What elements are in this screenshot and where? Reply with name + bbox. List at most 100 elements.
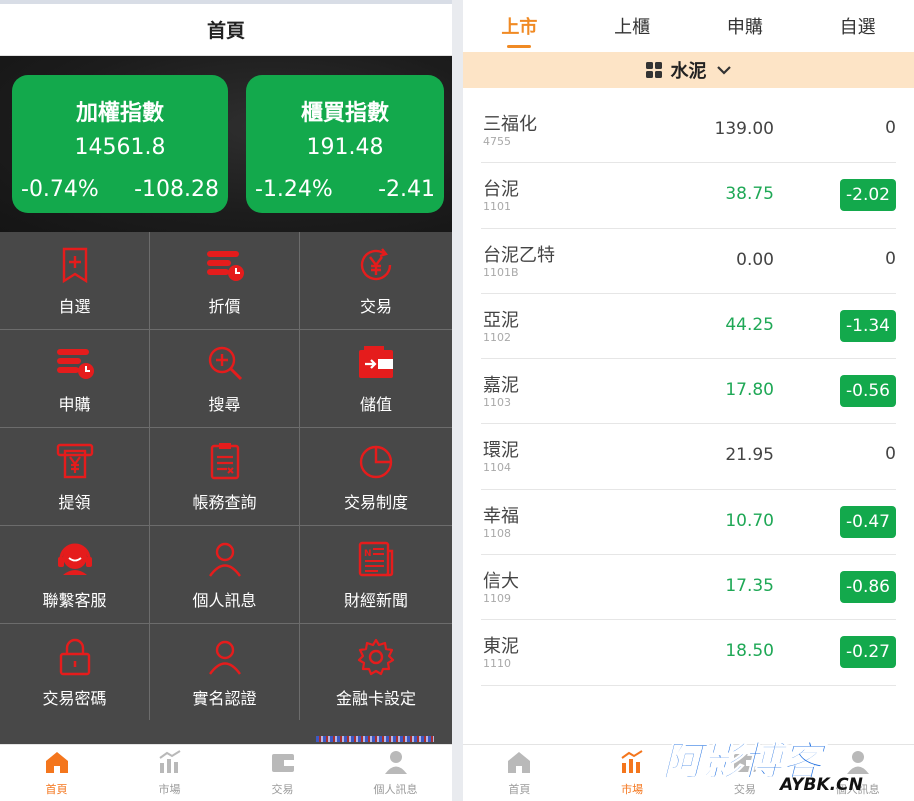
wallet-icon <box>270 749 296 781</box>
stock-change: -2.02 <box>840 179 896 212</box>
yen-refresh-icon <box>356 245 396 293</box>
menu-item-label: 聯繫客服 <box>42 590 107 610</box>
menu-item-0[interactable]: 自選 <box>0 232 150 330</box>
watermark-logo: 阿影博客 AYBK.CN <box>662 739 863 794</box>
index-change: -108.28 <box>134 177 219 202</box>
svg-text:AYBK.CN: AYBK.CN <box>778 775 863 793</box>
stock-code: 1103 <box>483 396 511 410</box>
stock-price: 44.25 <box>725 314 774 335</box>
menu-item-7[interactable]: 帳務查詢 <box>150 428 300 526</box>
wallet-icon <box>356 343 396 391</box>
tab-label: 個人訊息 <box>373 783 418 796</box>
menu-item-5[interactable]: 儲值 <box>300 330 452 428</box>
menu-item-4[interactable]: 搜尋 <box>150 330 300 428</box>
gear-icon <box>356 637 396 685</box>
stock-row[interactable]: 幸福 1108 10.70 -0.47 <box>481 490 896 556</box>
index-value: 14561.8 <box>74 135 166 160</box>
menu-item-1[interactable]: 折價 <box>150 232 300 330</box>
menu-item-label: 交易 <box>359 296 392 316</box>
index-card-taiex[interactable]: 加權指數 14561.8 -0.74% -108.28 <box>12 75 228 213</box>
stock-price: 139.00 <box>714 119 774 139</box>
menu-item-10[interactable]: 個人訊息 <box>150 526 300 624</box>
menu-item-label: 申購 <box>58 394 91 414</box>
stock-name: 亞泥 <box>483 309 519 331</box>
stock-change: -0.27 <box>840 636 896 669</box>
tab-user[interactable]: 個人訊息 <box>339 745 452 801</box>
stock-code: 1104 <box>483 461 511 475</box>
stock-change: -0.56 <box>840 375 896 408</box>
chevron-down-icon <box>716 66 731 75</box>
index-banner: 加權指數 14561.8 -0.74% -108.28 櫃買指數 191.48 … <box>0 56 452 232</box>
market-tab-3[interactable]: 自選 <box>801 0 914 52</box>
stock-list: 三福化 4755 139.00 0 台泥 1101 38.75 -2.02 台泥乙特 1101B 0… <box>481 98 896 686</box>
menu-item-12[interactable]: 交易密碼 <box>0 624 150 722</box>
index-card-otc[interactable]: 櫃買指數 191.48 -1.24% -2.41 <box>246 75 444 213</box>
stock-name: 東泥 <box>483 636 519 658</box>
stock-name: 環泥 <box>483 440 519 462</box>
stock-change: -1.34 <box>840 309 896 342</box>
index-value: 191.48 <box>306 135 384 160</box>
market-tabs: 上市 上櫃 申購 自選 <box>463 0 914 52</box>
market-tab-0[interactable]: 上市 <box>463 0 576 52</box>
stock-row[interactable]: 環泥 1104 21.95 0 <box>481 424 896 490</box>
stock-name: 三福化 <box>483 114 537 135</box>
user-icon <box>205 539 245 587</box>
tab-label: 交易 <box>271 783 294 796</box>
stock-row[interactable]: 東泥 1110 18.50 -0.27 <box>481 620 896 686</box>
tab-label: 市場 <box>158 783 181 796</box>
market-tab-2[interactable]: 申購 <box>689 0 802 52</box>
user-icon <box>205 637 245 685</box>
stock-row[interactable]: 嘉泥 1103 17.80 -0.56 <box>481 359 896 425</box>
chart-icon <box>619 749 645 781</box>
ledger-icon <box>205 441 245 489</box>
tab-wallet[interactable]: 交易 <box>226 745 339 801</box>
stock-row[interactable]: 亞泥 1102 44.25 -1.34 <box>481 294 896 360</box>
menu-item-9[interactable]: 聯繫客服 <box>0 526 150 624</box>
menu-item-3[interactable]: 申購 <box>0 330 150 428</box>
menu-item-2[interactable]: 交易 <box>300 232 452 330</box>
stock-code: 1110 <box>483 657 511 671</box>
stock-change: 0 <box>885 248 896 269</box>
grid-icon <box>645 62 662 78</box>
user-icon <box>383 749 409 781</box>
stock-change: -0.47 <box>840 505 896 538</box>
category-selector[interactable]: 水泥 <box>463 52 914 88</box>
home-screen: 首頁 加權指數 14561.8 -0.74% -108.28 櫃買指數 191.… <box>0 0 452 801</box>
menu-footer-strip <box>0 720 452 744</box>
newspaper-icon: N <box>356 539 396 587</box>
stock-code: 1101B <box>483 265 519 279</box>
tab-chart[interactable]: 市場 <box>113 745 226 801</box>
tab-label: 首頁 <box>508 783 531 796</box>
tab-home[interactable]: 首頁 <box>463 745 576 801</box>
menu-item-label: 個人訊息 <box>192 590 257 610</box>
stack-clock-icon <box>205 245 245 293</box>
stock-change: 0 <box>885 444 896 465</box>
stock-price: 21.95 <box>725 445 774 466</box>
page-title: 首頁 <box>0 0 452 56</box>
stock-row[interactable]: 三福化 4755 139.00 0 <box>481 98 896 164</box>
tab-home[interactable]: 首頁 <box>0 745 113 801</box>
stock-row[interactable]: 信大 1109 17.35 -0.86 <box>481 555 896 621</box>
menu-item-label: 折價 <box>208 296 241 316</box>
index-percent: -0.74% <box>21 177 99 202</box>
menu-item-label: 儲值 <box>359 394 392 414</box>
stock-price: 10.70 <box>725 510 774 531</box>
menu-item-13[interactable]: 實名認證 <box>150 624 300 722</box>
stock-code: 4755 <box>483 135 511 148</box>
svg-text:N: N <box>364 549 372 559</box>
category-label: 水泥 <box>670 61 707 82</box>
stock-change: 0 <box>885 118 896 138</box>
menu-item-14[interactable]: 金融卡設定 <box>300 624 452 722</box>
menu-item-6[interactable]: 提領 <box>0 428 150 526</box>
stock-row[interactable]: 台泥乙特 1101B 0.00 0 <box>481 229 896 294</box>
market-tab-1[interactable]: 上櫃 <box>576 0 689 52</box>
stock-price: 38.75 <box>725 184 774 205</box>
menu-item-11[interactable]: N 財經新聞 <box>300 526 452 624</box>
tab-label: 首頁 <box>45 783 68 796</box>
stock-price: 18.50 <box>725 641 774 662</box>
stock-code: 1101 <box>483 200 511 214</box>
menu-item-8[interactable]: 交易制度 <box>300 428 452 526</box>
stock-row[interactable]: 台泥 1101 38.75 -2.02 <box>481 163 896 229</box>
menu-item-label: 交易制度 <box>343 492 408 512</box>
stock-price: 17.80 <box>725 380 774 401</box>
